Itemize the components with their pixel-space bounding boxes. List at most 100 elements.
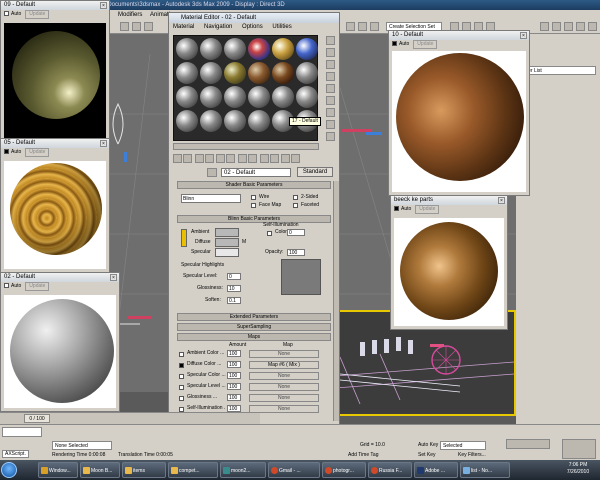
map-enable-checkbox[interactable]: [179, 385, 184, 390]
sample-slot[interactable]: [272, 38, 294, 60]
sample-slot[interactable]: [224, 62, 246, 84]
map-slot-button[interactable]: None: [249, 394, 319, 402]
toolbar-button[interactable]: [588, 22, 597, 31]
auto-key-button[interactable]: Auto Key: [418, 441, 438, 450]
update-button[interactable]: Update: [25, 10, 50, 19]
material-editor-window[interactable]: Material Editor - 02 - Default Material …: [168, 12, 340, 442]
update-button[interactable]: Update: [25, 148, 50, 157]
blinn-basic-rollout[interactable]: Blinn Basic Parameters: [177, 215, 331, 223]
map-enable-checkbox[interactable]: [179, 363, 184, 368]
diffuse-color-swatch[interactable]: [215, 238, 239, 247]
toolbar-button[interactable]: [552, 22, 561, 31]
map-enable-checkbox[interactable]: [179, 396, 184, 401]
preview-window-10[interactable]: 10 - Default × Auto Update: [388, 30, 530, 196]
sample-slot[interactable]: [200, 62, 222, 84]
sample-slot[interactable]: [200, 86, 222, 108]
video-check-button[interactable]: [326, 84, 335, 93]
self-illum-color-checkbox[interactable]: [267, 231, 272, 236]
shader-basic-rollout[interactable]: Shader Basic Parameters: [177, 181, 331, 189]
taskbar-item[interactable]: moon2...: [220, 462, 266, 478]
map-enable-checkbox[interactable]: [179, 352, 184, 357]
ambient-color-swatch[interactable]: [215, 228, 239, 237]
select-by-material-button[interactable]: [326, 120, 335, 129]
preview-window-05[interactable]: 05 - Default × Auto Update: [0, 138, 110, 273]
map-amount-spinner[interactable]: 100: [227, 372, 241, 379]
add-time-tag-button[interactable]: Add Time Tag: [348, 451, 378, 460]
taskbar-item[interactable]: Adobe ...: [414, 462, 458, 478]
maps-rollout[interactable]: Maps: [177, 333, 331, 341]
sample-slot[interactable]: [200, 110, 222, 132]
sample-slot[interactable]: [248, 86, 270, 108]
toolbar-button[interactable]: [144, 22, 153, 31]
extended-params-rollout[interactable]: Extended Parameters: [177, 313, 331, 321]
map-slot-button[interactable]: None: [249, 372, 319, 380]
menu-options[interactable]: Options: [242, 24, 263, 30]
taskbar-item[interactable]: Moon B...: [80, 462, 120, 478]
map-slot-button[interactable]: None: [249, 350, 319, 358]
taskbar-item[interactable]: items: [122, 462, 166, 478]
slot-scrollbar[interactable]: [173, 143, 319, 150]
sample-slot[interactable]: [272, 62, 294, 84]
show-end-result-button[interactable]: [269, 154, 279, 163]
toolbar-button[interactable]: [358, 22, 367, 31]
menu-material[interactable]: Material: [173, 24, 194, 30]
map-amount-spinner[interactable]: 100: [227, 361, 241, 368]
system-clock[interactable]: 7:06 PM 7/26/2010: [556, 462, 600, 478]
playback-controls[interactable]: [506, 439, 550, 449]
background-button[interactable]: [326, 60, 335, 69]
sample-slot[interactable]: [176, 38, 198, 60]
toolbar-button[interactable]: [564, 22, 573, 31]
key-mode-dropdown[interactable]: Selected: [440, 441, 486, 450]
put-to-library-button[interactable]: [238, 154, 248, 163]
toolbar-button[interactable]: [132, 22, 141, 31]
taskbar-item[interactable]: Window...: [38, 462, 78, 478]
update-button[interactable]: Update: [413, 40, 438, 49]
close-icon[interactable]: ×: [110, 274, 117, 281]
taskbar-item[interactable]: Gmail - ...: [268, 462, 320, 478]
sample-slot[interactable]: [296, 38, 318, 60]
sample-slot[interactable]: [224, 86, 246, 108]
menu-utilities[interactable]: Utilities: [272, 24, 291, 30]
material-name-field[interactable]: 02 - Default: [221, 168, 291, 177]
uv-tiling-button[interactable]: [326, 72, 335, 81]
preview-window-beeck[interactable]: beeck ke parts × Auto Update: [390, 195, 508, 330]
set-key-button[interactable]: Set Key: [418, 451, 436, 460]
sample-slot[interactable]: [176, 86, 198, 108]
rollout-scrollbar[interactable]: [333, 181, 339, 421]
menu-modifiers[interactable]: Modifiers: [118, 10, 142, 20]
eyedropper-icon[interactable]: [207, 168, 217, 177]
toolbar-button[interactable]: [120, 22, 129, 31]
sample-slot[interactable]: [296, 62, 318, 84]
taskbar-item[interactable]: compet...: [168, 462, 218, 478]
auto-checkbox[interactable]: [392, 41, 397, 47]
options-button[interactable]: [326, 108, 335, 117]
map-slot-button[interactable]: Map #6 ( Mix ): [249, 361, 319, 369]
sample-slot[interactable]: [200, 38, 222, 60]
wire-checkbox[interactable]: [251, 195, 256, 200]
supersampling-rollout[interactable]: SuperSampling: [177, 323, 331, 331]
face-map-checkbox[interactable]: [251, 203, 256, 208]
go-to-parent-button[interactable]: [281, 154, 291, 163]
update-button[interactable]: Update: [25, 282, 50, 291]
map-amount-spinner[interactable]: 100: [227, 350, 241, 357]
auto-checkbox[interactable]: [4, 149, 9, 155]
material-type-button[interactable]: Standard: [297, 167, 333, 177]
sample-slot[interactable]: [224, 110, 246, 132]
put-to-scene-button[interactable]: [183, 154, 192, 163]
sample-slot[interactable]: [248, 38, 270, 60]
sample-slot[interactable]: [176, 110, 198, 132]
close-icon[interactable]: ×: [520, 32, 527, 39]
toolbar-button[interactable]: [540, 22, 549, 31]
opacity-spinner[interactable]: 100: [287, 249, 305, 256]
make-unique-button[interactable]: [226, 154, 236, 163]
go-forward-button[interactable]: [291, 154, 301, 163]
frame-indicator[interactable]: 0 / 100: [24, 414, 50, 423]
close-icon[interactable]: ×: [100, 140, 107, 147]
taskbar-item[interactable]: list - No...: [460, 462, 510, 478]
sample-slot[interactable]: [248, 62, 270, 84]
auto-checkbox[interactable]: [4, 283, 9, 289]
make-preview-button[interactable]: [326, 96, 335, 105]
material-id-button[interactable]: [248, 154, 258, 163]
specular-color-swatch[interactable]: [215, 248, 239, 257]
auto-checkbox[interactable]: [394, 206, 399, 212]
